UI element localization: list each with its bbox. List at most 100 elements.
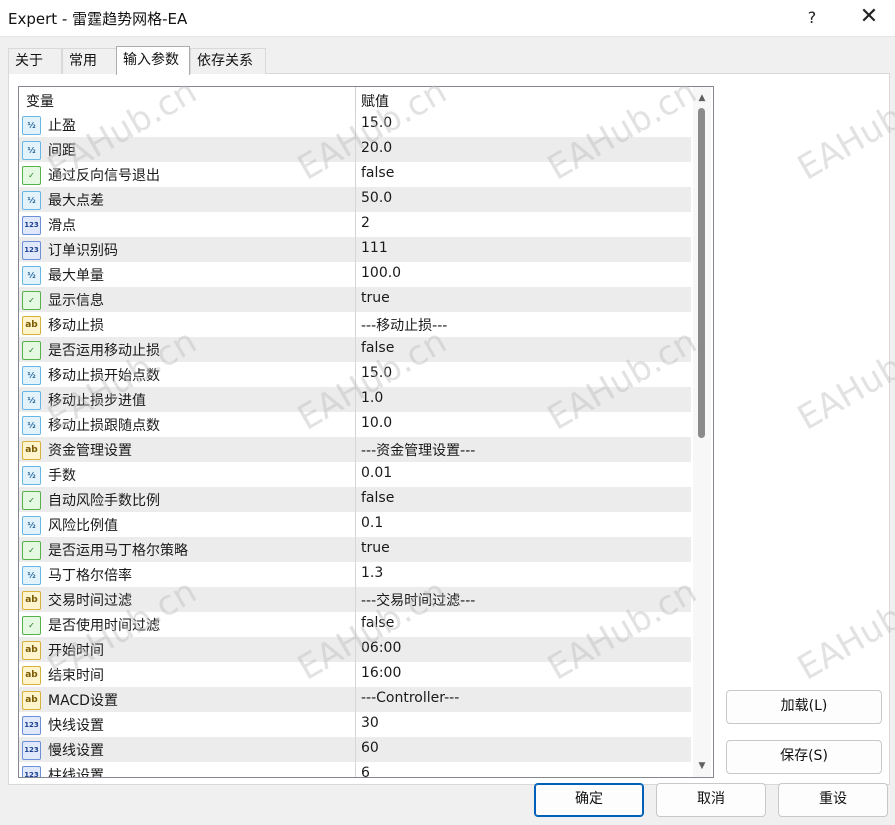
double-type-icon: ½ [22,366,41,385]
parameter-row[interactable]: ✓ 是否运用移动止损 false [19,337,691,362]
scroll-thumb[interactable] [698,108,705,438]
parameter-name: 交易时间过滤 [48,593,132,609]
parameter-row[interactable]: ab 资金管理设置 ---资金管理设置--- [19,437,691,462]
parameter-row[interactable]: ✓ 是否运用马丁格尔策略 true [19,537,691,562]
parameter-value[interactable]: 60 [361,740,379,756]
parameter-grid[interactable]: 变量 赋值 ½ 止盈 15.0 ½ 间距 20.0 ✓ 通过反向信号退出 false ½ 最大点差 5… [18,86,714,778]
cell-divider [355,112,356,137]
parameter-row[interactable]: ab 交易时间过滤 ---交易时间过滤--- [19,587,691,612]
column-header-variable[interactable]: 变量 [26,91,54,111]
double-type-icon: ½ [22,516,41,535]
column-header-value[interactable]: 赋值 [361,91,389,111]
parameter-row[interactable]: ✓ 通过反向信号退出 false [19,162,691,187]
parameter-value[interactable]: true [361,290,390,306]
parameter-row[interactable]: ½ 最大点差 50.0 [19,187,691,212]
string-type-icon: ab [22,441,41,460]
parameter-row[interactable]: ½ 风险比例值 0.1 [19,512,691,537]
title-bar: Expert - 雷霆趋势网格-EA ? ✕ [0,0,895,37]
tab-inputs[interactable]: 输入参数 [116,46,190,75]
string-type-icon: ab [22,666,41,685]
parameter-value[interactable]: false [361,490,394,506]
parameter-name: 移动止损跟随点数 [48,418,160,434]
cell-divider [355,662,356,687]
parameter-value[interactable]: 111 [361,240,388,256]
parameter-row[interactable]: ½ 移动止损跟随点数 10.0 [19,412,691,437]
parameter-value[interactable]: 15.0 [361,365,392,381]
parameter-name: 移动止损步进值 [48,393,146,409]
scroll-up-arrow-icon[interactable]: ▲ [693,89,711,107]
parameter-name: 滑点 [48,218,76,234]
parameter-value[interactable]: false [361,340,394,356]
parameter-value[interactable]: 1.0 [361,390,383,406]
parameter-value[interactable]: 2 [361,215,370,231]
integer-type-icon: 123 [22,741,41,760]
cell-divider [355,562,356,587]
parameter-row[interactable]: ab 结束时间 16:00 [19,662,691,687]
parameter-value[interactable]: false [361,165,394,181]
parameter-row[interactable]: 123 订单识别码 111 [19,237,691,262]
parameter-value[interactable]: 6 [361,765,370,777]
parameter-row[interactable]: ✓ 显示信息 true [19,287,691,312]
parameter-name: 手数 [48,468,76,484]
ok-button[interactable]: 确定 [534,783,644,817]
parameter-value[interactable]: 1.3 [361,565,383,581]
parameter-name: 是否运用马丁格尔策略 [48,543,188,559]
tab-dependencies[interactable]: 依存关系 [190,48,266,74]
parameter-row[interactable]: ½ 手数 0.01 [19,462,691,487]
parameter-value[interactable]: 16:00 [361,665,401,681]
cell-divider [355,487,356,512]
load-button[interactable]: 加载(L) [726,690,882,724]
string-type-icon: ab [22,691,41,710]
parameter-value[interactable]: 100.0 [361,265,401,281]
parameter-row[interactable]: ab MACD设置 ---Controller--- [19,687,691,712]
parameter-value[interactable]: 15.0 [361,115,392,131]
tab-about[interactable]: 关于 [8,48,62,74]
parameter-row[interactable]: ½ 马丁格尔倍率 1.3 [19,562,691,587]
parameter-value[interactable]: 0.01 [361,465,392,481]
reset-button[interactable]: 重设 [778,783,888,817]
parameter-row[interactable]: ½ 最大单量 100.0 [19,262,691,287]
cancel-button[interactable]: 取消 [656,783,766,817]
parameter-value[interactable]: false [361,615,394,631]
tab-common[interactable]: 常用 [62,48,118,74]
window-title: Expert - 雷霆趋势网格-EA [8,10,188,28]
parameter-row[interactable]: 123 快线设置 30 [19,712,691,737]
parameter-value[interactable]: 50.0 [361,190,392,206]
parameter-name: 开始时间 [48,643,104,659]
parameter-value[interactable]: 0.1 [361,515,383,531]
parameter-row[interactable]: ½ 间距 20.0 [19,137,691,162]
parameter-value[interactable]: ---Controller--- [361,690,459,706]
parameter-row[interactable]: ½ 止盈 15.0 [19,112,691,137]
parameter-value[interactable]: 30 [361,715,379,731]
integer-type-icon: 123 [22,766,41,777]
save-button[interactable]: 保存(S) [726,740,882,774]
string-type-icon: ab [22,316,41,335]
parameter-row[interactable]: 123 柱线设置 6 [19,762,691,778]
parameter-name: 柱线设置 [48,768,104,778]
parameter-row[interactable]: 123 滑点 2 [19,212,691,237]
boolean-type-icon: ✓ [22,166,41,185]
parameter-row[interactable]: ½ 移动止损步进值 1.0 [19,387,691,412]
close-button[interactable]: ✕ [856,6,882,30]
parameter-name: 结束时间 [48,668,104,684]
parameter-value[interactable]: ---资金管理设置--- [361,440,475,460]
vertical-scrollbar[interactable]: ▲ ▼ [693,87,711,777]
boolean-type-icon: ✓ [22,291,41,310]
scroll-down-arrow-icon[interactable]: ▼ [693,757,711,775]
parameter-value[interactable]: 20.0 [361,140,392,156]
parameter-row[interactable]: 123 慢线设置 60 [19,737,691,762]
column-divider[interactable] [355,87,356,112]
parameter-value[interactable]: ---交易时间过滤--- [361,590,475,610]
parameter-value[interactable]: 06:00 [361,640,401,656]
cell-divider [355,337,356,362]
parameter-row[interactable]: ab 开始时间 06:00 [19,637,691,662]
parameter-value[interactable]: 10.0 [361,415,392,431]
parameter-row[interactable]: ✓ 自动风险手数比例 false [19,487,691,512]
parameter-value[interactable]: ---移动止损--- [361,315,447,335]
parameter-value[interactable]: true [361,540,390,556]
help-button[interactable]: ? [799,6,825,30]
parameter-row[interactable]: ✓ 是否使用时间过滤 false [19,612,691,637]
cell-divider [355,312,356,337]
parameter-row[interactable]: ½ 移动止损开始点数 15.0 [19,362,691,387]
parameter-row[interactable]: ab 移动止损 ---移动止损--- [19,312,691,337]
